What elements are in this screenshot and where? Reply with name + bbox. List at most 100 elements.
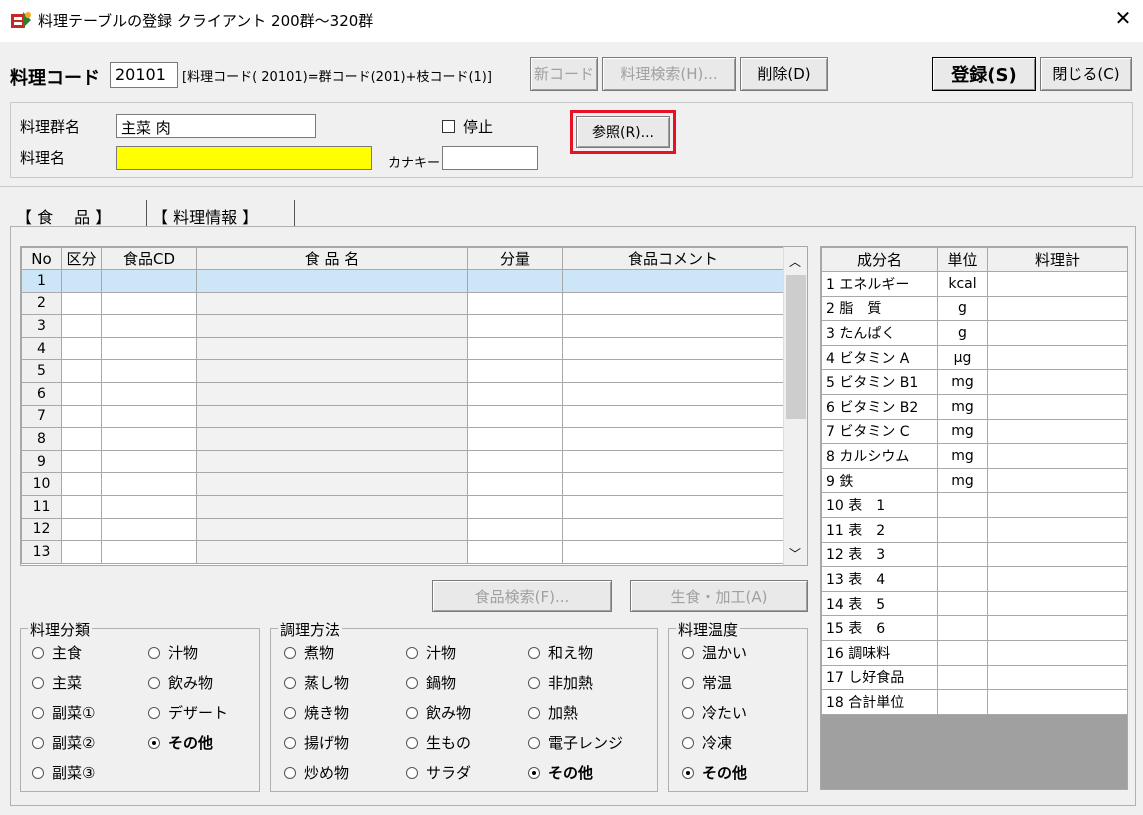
cell-food-cd[interactable] (101, 540, 197, 564)
dish-name-field[interactable] (116, 146, 372, 170)
radio-option[interactable]: 温かい (682, 642, 747, 663)
radio-option[interactable]: 加熱 (528, 702, 578, 723)
cell-category[interactable] (61, 336, 102, 361)
raw-process-button[interactable]: 生食・加工(A) (630, 580, 808, 612)
radio-option[interactable]: 汁物 (148, 642, 198, 663)
radio-option[interactable]: その他 (148, 732, 213, 753)
scroll-thumb[interactable] (786, 275, 806, 419)
table-row[interactable]: 9 (21, 449, 784, 474)
cell-food-comment[interactable] (562, 314, 784, 338)
table-row[interactable]: 4 (21, 336, 784, 361)
cell-food-name[interactable] (196, 269, 468, 293)
cell-food-cd[interactable] (101, 517, 197, 542)
radio-option[interactable]: 主菜 (32, 672, 82, 693)
stop-checkbox[interactable]: 停止 (442, 116, 493, 137)
cell-food-comment[interactable] (562, 472, 784, 496)
chevron-down-icon[interactable]: ﹀ (789, 545, 801, 562)
cell-food-cd[interactable] (101, 269, 197, 293)
table-row[interactable]: 6 (21, 381, 784, 406)
radio-option[interactable]: 揚げ物 (284, 732, 349, 753)
cell-quantity[interactable] (467, 291, 563, 316)
cell-food-name[interactable] (196, 291, 468, 316)
cell-category[interactable] (61, 540, 102, 564)
table-row[interactable]: 12 (21, 517, 784, 542)
group-name-field[interactable]: 主菜 肉 (116, 114, 316, 138)
cell-food-comment[interactable] (562, 359, 784, 383)
cell-food-comment[interactable] (562, 540, 784, 564)
cell-food-comment[interactable] (562, 494, 784, 519)
chevron-up-icon[interactable]: ︿ (789, 253, 801, 270)
close-button[interactable]: 閉じる(C) (1040, 57, 1132, 91)
cell-category[interactable] (61, 472, 102, 496)
reference-button[interactable]: 参照(R)... (576, 116, 670, 148)
table-row[interactable]: 2 (21, 291, 784, 316)
register-button[interactable]: 登録(S) (932, 57, 1036, 91)
cell-category[interactable] (61, 269, 102, 293)
cell-category[interactable] (61, 381, 102, 406)
cell-food-cd[interactable] (101, 427, 197, 451)
radio-option[interactable]: 主食 (32, 642, 82, 663)
radio-option[interactable]: 生もの (406, 732, 471, 753)
grid-scrollbar[interactable]: ︿ ﹀ (783, 247, 807, 565)
radio-option[interactable]: 鍋物 (406, 672, 456, 693)
cell-food-cd[interactable] (101, 494, 197, 519)
radio-option[interactable]: 飲み物 (148, 672, 213, 693)
cell-food-name[interactable] (196, 336, 468, 361)
table-row[interactable]: 5 (21, 359, 784, 383)
radio-option[interactable]: 蒸し物 (284, 672, 349, 693)
dish-code-field[interactable]: 20101 (110, 62, 178, 88)
cell-category[interactable] (61, 314, 102, 338)
cell-category[interactable] (61, 427, 102, 451)
close-icon[interactable]: ✕ (1110, 6, 1136, 30)
cell-quantity[interactable] (467, 359, 563, 383)
cell-category[interactable] (61, 291, 102, 316)
radio-option[interactable]: 冷凍 (682, 732, 732, 753)
cell-category[interactable] (61, 494, 102, 519)
cell-quantity[interactable] (467, 404, 563, 429)
cell-food-comment[interactable] (562, 336, 784, 361)
tab-dish-info[interactable]: 【 料理情報 】 (152, 204, 258, 228)
radio-option[interactable]: 煮物 (284, 642, 334, 663)
cell-quantity[interactable] (467, 472, 563, 496)
radio-option[interactable]: 電子レンジ (528, 732, 623, 753)
cell-food-comment[interactable] (562, 404, 784, 429)
cell-quantity[interactable] (467, 427, 563, 451)
table-row[interactable]: 7 (21, 404, 784, 429)
cell-category[interactable] (61, 449, 102, 474)
cell-quantity[interactable] (467, 381, 563, 406)
kana-key-field[interactable] (442, 146, 538, 170)
table-row[interactable]: 11 (21, 494, 784, 519)
cell-food-comment[interactable] (562, 291, 784, 316)
cell-food-name[interactable] (196, 449, 468, 474)
radio-option[interactable]: 和え物 (528, 642, 593, 663)
table-row[interactable]: 1 (21, 269, 784, 293)
cell-quantity[interactable] (467, 314, 563, 338)
cell-food-cd[interactable] (101, 449, 197, 474)
cell-food-cd[interactable] (101, 472, 197, 496)
cell-food-cd[interactable] (101, 359, 197, 383)
table-row[interactable]: 13 (21, 540, 784, 564)
cell-food-comment[interactable] (562, 517, 784, 542)
cell-food-comment[interactable] (562, 427, 784, 451)
radio-option[interactable]: 冷たい (682, 702, 747, 723)
cell-quantity[interactable] (467, 540, 563, 564)
cell-food-cd[interactable] (101, 381, 197, 406)
delete-button[interactable]: 削除(D) (740, 57, 828, 91)
radio-option[interactable]: その他 (682, 762, 747, 783)
cell-food-name[interactable] (196, 517, 468, 542)
radio-option[interactable]: 常温 (682, 672, 732, 693)
food-search-button[interactable]: 食品検索(F)... (432, 580, 612, 612)
tab-foods[interactable]: 【 食 品 】 (16, 204, 111, 228)
cell-food-cd[interactable] (101, 404, 197, 429)
cell-food-comment[interactable] (562, 269, 784, 293)
cell-food-name[interactable] (196, 404, 468, 429)
cell-category[interactable] (61, 404, 102, 429)
table-row[interactable]: 3 (21, 314, 784, 338)
cell-food-name[interactable] (196, 540, 468, 564)
cell-food-cd[interactable] (101, 336, 197, 361)
cell-quantity[interactable] (467, 269, 563, 293)
table-row[interactable]: 10 (21, 472, 784, 496)
radio-option[interactable]: サラダ (406, 762, 471, 783)
cell-food-name[interactable] (196, 472, 468, 496)
radio-option[interactable]: 焼き物 (284, 702, 349, 723)
